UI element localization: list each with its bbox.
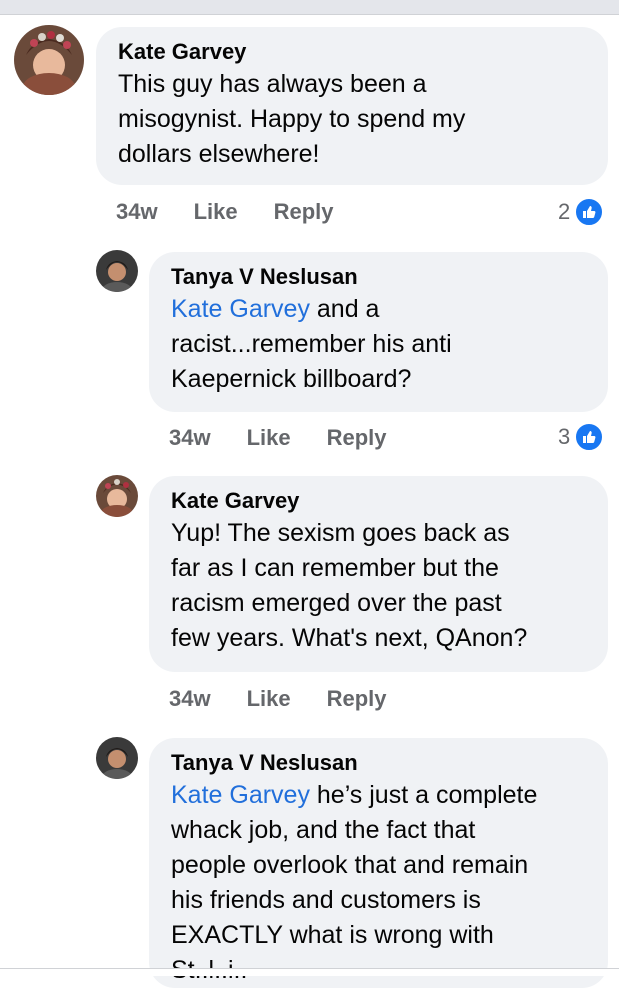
mention-link[interactable]: Kate Garvey — [171, 781, 310, 809]
comment-text-line: Kate Garvey and a — [171, 292, 586, 327]
comment-text-line: Kaepernick billboard? — [171, 365, 412, 393]
top-divider — [0, 0, 619, 15]
reply-button[interactable]: Reply — [327, 686, 387, 712]
like-icon — [574, 197, 605, 227]
reply-button[interactable]: Reply — [274, 199, 334, 225]
avatar[interactable] — [96, 475, 138, 517]
comment-text-segment: he’s just a complete — [309, 781, 538, 809]
reply-button[interactable]: Reply — [327, 425, 387, 451]
comment-actions: 34w Like Reply — [169, 686, 387, 712]
comment-text-line: whack job, and the fact that — [171, 816, 476, 844]
like-button[interactable]: Like — [194, 199, 238, 225]
comment-timestamp[interactable]: 34w — [116, 199, 158, 225]
comment-actions: 34w Like Reply — [169, 425, 387, 451]
reaction-count[interactable]: 3 — [558, 422, 605, 452]
like-button[interactable]: Like — [247, 425, 291, 451]
comment-author[interactable]: Kate Garvey — [171, 486, 586, 516]
comment-text-line: far as I can remember but the — [171, 554, 499, 582]
comment-timestamp[interactable]: 34w — [169, 425, 211, 451]
comment-text-line: Kate Garvey he’s just a complete — [171, 778, 586, 813]
comment-author[interactable]: Tanya V Neslusan — [171, 748, 586, 778]
avatar[interactable] — [96, 737, 138, 779]
comment-text-line: people overlook that and remain — [171, 851, 529, 879]
comment-text-line: misogynist. Happy to spend my — [118, 105, 466, 133]
like-icon — [574, 422, 605, 452]
comment-actions: 34w Like Reply — [116, 199, 334, 225]
comment-text-line: racist...remember his anti — [171, 330, 452, 358]
avatar[interactable] — [96, 250, 138, 292]
reaction-count-value: 2 — [558, 199, 571, 224]
comment-text-line: Yup! The sexism goes back as — [171, 519, 510, 547]
comment-bubble: Tanya V Neslusan Kate Garvey and a racis… — [149, 252, 608, 412]
comment-text-line: dollars elsewhere! — [118, 140, 320, 168]
comment-bubble: Tanya V Neslusan Kate Garvey he’s just a… — [149, 738, 608, 988]
comment-author[interactable]: Tanya V Neslusan — [171, 262, 586, 292]
comment-text-line: few years. What's next, QAnon? — [171, 624, 528, 652]
reaction-count[interactable]: 2 — [558, 197, 605, 227]
comment-text-line: EXACTLY what is wrong with — [171, 921, 494, 949]
comment-text-line: This guy has always been a — [118, 70, 427, 98]
reaction-count-value: 3 — [558, 424, 571, 449]
mention-link[interactable]: Kate Garvey — [171, 295, 310, 323]
comment-text-line: racism emerged over the past — [171, 589, 502, 617]
comment-text-line: his friends and customers is — [171, 886, 481, 914]
comment-bubble: Kate Garvey Yup! The sexism goes back as… — [149, 476, 608, 672]
comment-text-segment: and a — [309, 295, 380, 323]
comment-timestamp[interactable]: 34w — [169, 686, 211, 712]
comment-bubble: Kate Garvey This guy has always been a m… — [96, 27, 608, 185]
like-button[interactable]: Like — [247, 686, 291, 712]
comment-author[interactable]: Kate Garvey — [118, 37, 586, 67]
avatar[interactable] — [14, 25, 84, 95]
